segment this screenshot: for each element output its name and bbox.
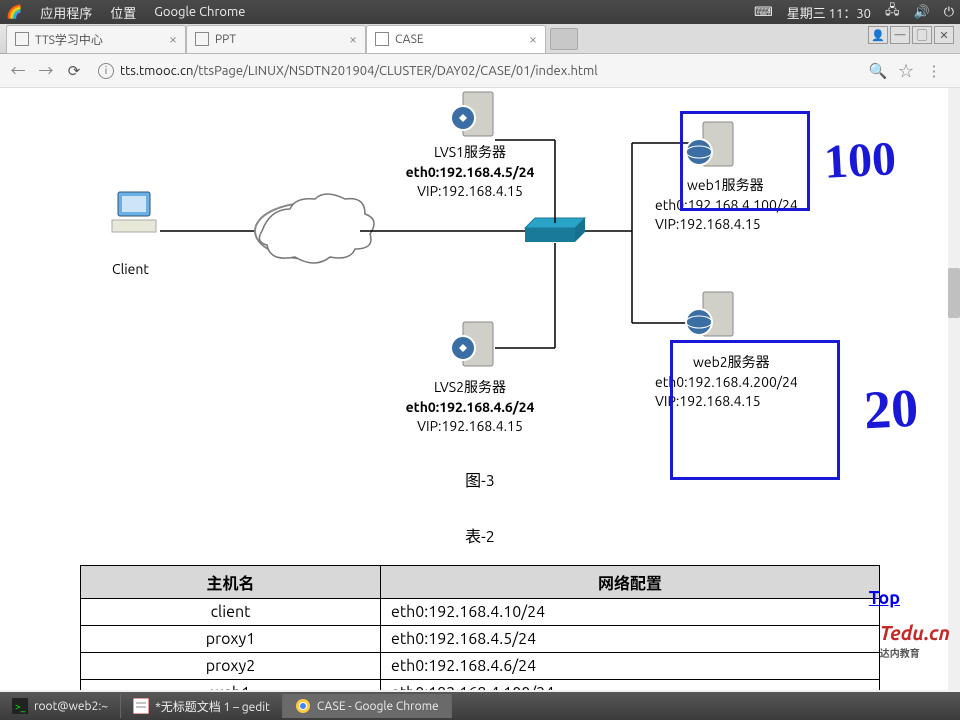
client-label: Client (112, 260, 149, 280)
lvs1-name: LVS1服务器 (434, 144, 506, 160)
reload-button[interactable]: ⟳ (64, 61, 84, 81)
table-row: web1eth0:192.168.4.100/24 (81, 680, 880, 691)
cell: web1 (81, 680, 381, 691)
cell: eth0:192.168.4.100/24 (381, 680, 880, 691)
lvs2-label: LVS2服务器 eth0:192.168.4.6/24 VIP:192.168.… (370, 378, 570, 437)
clock[interactable]: 星期三 11：30 (787, 3, 871, 22)
cell: proxy1 (81, 626, 381, 653)
active-app-label: Google Chrome (154, 5, 245, 19)
network-icon[interactable]: 🖧 (885, 1, 900, 23)
applications-menu[interactable]: 应用程序 (40, 3, 92, 22)
places-menu[interactable]: 位置 (110, 3, 136, 22)
tab-ppt[interactable]: PPT × (186, 25, 366, 53)
close-tab-icon[interactable]: × (529, 31, 537, 47)
bottom-panel: >_ root@web2:~ *无标题文档 1 – gedit CASE - G… (0, 692, 960, 720)
cell: client (81, 599, 381, 626)
back-button[interactable]: ← (8, 61, 28, 81)
lvs2-vip: VIP:192.168.4.15 (417, 418, 523, 434)
chrome-menu-icon[interactable]: ⋮ (924, 61, 944, 81)
task-terminal[interactable]: >_ root@web2:~ (0, 694, 121, 718)
close-button[interactable]: ✕ (934, 26, 954, 44)
svg-text:>_: >_ (15, 701, 26, 712)
cell: eth0:192.168.4.5/24 (381, 626, 880, 653)
task-label: root@web2:~ (34, 700, 108, 713)
logo-sub: 达内教育 (880, 648, 920, 659)
tab-label: TTS学习中心 (35, 31, 103, 48)
tab-case[interactable]: CASE × (366, 25, 546, 53)
table-caption: 表-2 (0, 523, 960, 547)
page-icon (15, 32, 29, 46)
user-icon[interactable]: 👤 (868, 26, 888, 44)
client-node (110, 188, 158, 241)
chrome-icon (295, 698, 311, 714)
lvs1-eth: eth0:192.168.4.5/24 (406, 164, 535, 180)
lvs1-vip: VIP:192.168.4.15 (417, 183, 523, 199)
address-bar: ← → ⟳ i tts.tmooc.cn/ttsPage/LINUX/NSDTN… (0, 54, 960, 88)
tedu-logo: Tedu.cn 达内教育 (880, 621, 950, 660)
tab-label: CASE (395, 33, 424, 46)
lvs1-node (445, 88, 501, 147)
window-titlebar: 👤 — ▢ ✕ TTS学习中心 × PPT × CASE × (0, 24, 960, 54)
cell: proxy2 (81, 653, 381, 680)
table-row: proxy1eth0:192.168.4.5/24 (81, 626, 880, 653)
zoom-icon[interactable]: 🔍 (868, 61, 888, 81)
omnibox[interactable]: i tts.tmooc.cn/ttsPage/LINUX/NSDTN201904… (92, 58, 868, 84)
gedit-icon (133, 698, 149, 714)
task-gedit[interactable]: *无标题文档 1 – gedit (121, 694, 283, 718)
network-diagram: Client LVS1服务器 eth0:192.168.4.5/24 VIP:1… (0, 88, 960, 503)
lvs2-node (445, 318, 501, 377)
power-icon[interactable]: ⏻ (944, 5, 954, 20)
web2-highlight-box (670, 340, 840, 480)
annotation-100: 100 (823, 131, 898, 190)
minimize-button[interactable]: — (890, 26, 910, 44)
cell: eth0:192.168.4.6/24 (381, 653, 880, 680)
th-host: 主机名 (81, 566, 381, 599)
web1-vip: VIP:192.168.4.15 (655, 216, 761, 232)
volume-icon[interactable]: 🔊 (914, 5, 930, 20)
th-net: 网络配置 (381, 566, 880, 599)
page-content: Client LVS1服务器 eth0:192.168.4.5/24 VIP:1… (0, 88, 960, 690)
lvs2-name: LVS2服务器 (434, 379, 506, 395)
tab-tts[interactable]: TTS学习中心 × (6, 25, 186, 53)
url-domain: tts.tmooc.cn (120, 64, 193, 78)
keyboard-icon[interactable]: ⌨ (754, 5, 773, 20)
page-icon (375, 32, 389, 46)
top-link[interactable]: Top (869, 588, 900, 608)
close-tab-icon[interactable]: × (349, 31, 357, 47)
task-label: *无标题文档 1 – gedit (155, 698, 270, 715)
page-icon (195, 32, 209, 46)
task-label: CASE - Google Chrome (317, 700, 439, 713)
system-menubar: 🌈 应用程序 位置 Google Chrome ⌨ 星期三 11：30 🖧 🔊 … (0, 0, 960, 24)
site-info-icon[interactable]: i (98, 63, 114, 79)
close-tab-icon[interactable]: × (169, 31, 177, 47)
table-row: clienteth0:192.168.4.10/24 (81, 599, 880, 626)
tab-label: PPT (215, 33, 236, 46)
url-path: /ttsPage/LINUX/NSDTN201904/CLUSTER/DAY02… (193, 64, 597, 78)
bookmark-star-icon[interactable]: ☆ (896, 61, 916, 81)
web2-node (685, 288, 741, 347)
cell: eth0:192.168.4.10/24 (381, 599, 880, 626)
table-row: proxy2eth0:192.168.4.6/24 (81, 653, 880, 680)
lvs2-eth: eth0:192.168.4.6/24 (406, 399, 535, 415)
task-chrome[interactable]: CASE - Google Chrome (283, 694, 452, 718)
annotation-20: 20 (862, 377, 919, 442)
web1-highlight-box (680, 111, 810, 211)
forward-button: → (36, 61, 56, 81)
terminal-icon: >_ (12, 698, 28, 714)
config-table: 主机名 网络配置 clienteth0:192.168.4.10/24 prox… (80, 565, 880, 690)
lvs1-label: LVS1服务器 eth0:192.168.4.5/24 VIP:192.168.… (370, 143, 570, 202)
apps-menu-icon: 🌈 (6, 5, 22, 20)
new-tab-button[interactable] (550, 28, 578, 50)
figure-caption: 图-3 (0, 467, 960, 491)
maximize-button[interactable]: ▢ (912, 26, 932, 44)
logo-text: Tedu.cn (880, 621, 950, 644)
table-header-row: 主机名 网络配置 (81, 566, 880, 599)
